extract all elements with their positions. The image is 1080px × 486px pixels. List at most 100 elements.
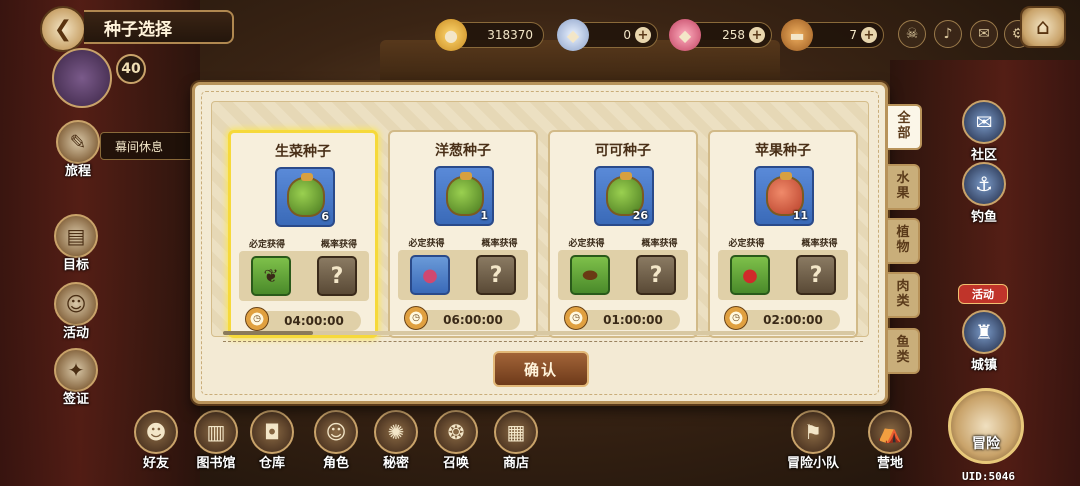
menu-library[interactable]: ▥ 图书馆 bbox=[188, 410, 244, 471]
menu-journey-label: 旅程 bbox=[64, 164, 91, 179]
menu-warehouse-label: 仓库 bbox=[258, 456, 285, 471]
drop-row: ● ? bbox=[718, 250, 848, 300]
currency-crystal: ◆ 258 + bbox=[669, 19, 772, 51]
menu-activity[interactable]: ☺ 活动 bbox=[46, 282, 106, 341]
fishing-icon: ⚓ bbox=[962, 162, 1006, 206]
seed-bag-icon bbox=[446, 172, 484, 216]
community-chat-icon: ✉ bbox=[962, 100, 1006, 144]
drop-labels: 必定获得 概率获得 bbox=[550, 236, 696, 249]
grow-timer: ◷ 02:00:00 bbox=[724, 306, 840, 330]
menu-goal[interactable]: ▤ 目标 bbox=[46, 214, 106, 273]
rest-button[interactable]: 幕间休息 bbox=[100, 132, 196, 160]
grow-timer: ◷ 06:00:00 bbox=[404, 306, 520, 330]
player-level-badge: 40 bbox=[116, 54, 146, 84]
currency-crystal-value: 258 bbox=[722, 28, 745, 42]
seed-card-title: 生菜种子 bbox=[275, 144, 331, 160]
lettuce-icon[interactable]: ❦ bbox=[251, 256, 291, 296]
grow-timer: ◷ 01:00:00 bbox=[564, 306, 680, 330]
add-bread-button[interactable]: + bbox=[861, 27, 877, 43]
confirm-button[interactable]: 确认 bbox=[493, 351, 589, 387]
seed-card-onion[interactable]: 洋葱种子 1 必定获得 概率获得 ● ? ◷ 06:00:00 bbox=[388, 130, 538, 338]
secret-emblem-icon: ✺ bbox=[374, 410, 418, 454]
user-id: UID:5046 bbox=[962, 470, 1015, 483]
menu-shop[interactable]: ▦ 商店 bbox=[488, 410, 544, 471]
menu-camp[interactable]: ⛺ 营地 bbox=[862, 410, 918, 471]
sound-icon[interactable]: ♪ bbox=[934, 20, 962, 48]
seed-quantity: 1 bbox=[480, 209, 488, 222]
drop-row: ❦ ? bbox=[239, 251, 369, 301]
mail-icon[interactable]: ✉ bbox=[970, 20, 998, 48]
cocoa-bean-icon[interactable]: ⬬ bbox=[570, 255, 610, 295]
unknown-drop-icon[interactable]: ? bbox=[476, 255, 516, 295]
adventure-button[interactable]: 冒险 bbox=[948, 388, 1024, 464]
menu-fishing-label: 钓鱼 bbox=[970, 210, 997, 225]
activity-character-icon: ☺ bbox=[54, 282, 98, 326]
chance-label: 概率获得 bbox=[481, 239, 518, 249]
diamond-icon: ◆ bbox=[557, 19, 589, 51]
menu-fishing[interactable]: ⚓ 钓鱼 bbox=[956, 162, 1012, 225]
unknown-drop-icon[interactable]: ? bbox=[796, 255, 836, 295]
drop-labels: 必定获得 概率获得 bbox=[710, 236, 856, 249]
menu-journey[interactable]: ✎ 旅程 bbox=[48, 120, 108, 179]
scroll-icon: ✎ bbox=[56, 120, 100, 164]
tab-plant[interactable]: 植物 bbox=[888, 218, 920, 264]
seed-card-cocoa[interactable]: 可可种子 26 必定获得 概率获得 ⬬ ? ◷ 01:00:00 bbox=[548, 130, 698, 338]
add-diamond-button[interactable]: + bbox=[635, 27, 651, 43]
character-icon: ☺ bbox=[314, 410, 358, 454]
menu-party-label: 冒险小队 bbox=[786, 456, 839, 471]
tab-fruit[interactable]: 水果 bbox=[888, 164, 920, 210]
menu-warehouse[interactable]: ◘ 仓库 bbox=[244, 410, 300, 471]
camp-icon: ⛺ bbox=[868, 410, 912, 454]
unknown-drop-icon[interactable]: ? bbox=[636, 255, 676, 295]
menu-town[interactable]: ♜ 城镇 bbox=[956, 310, 1012, 373]
tab-meat[interactable]: 肉类 bbox=[888, 272, 920, 318]
unknown-drop-icon[interactable]: ? bbox=[317, 256, 357, 296]
menu-secret[interactable]: ✺ 秘密 bbox=[368, 410, 424, 471]
tab-fish[interactable]: 鱼类 bbox=[888, 328, 920, 374]
menu-community-label: 社区 bbox=[970, 148, 997, 163]
activity-badge[interactable]: 活动 bbox=[958, 284, 1008, 304]
currency-gold-value: 318370 bbox=[487, 28, 533, 42]
tab-all[interactable]: 全部 bbox=[888, 104, 922, 150]
menu-community[interactable]: ✉ 社区 bbox=[956, 100, 1012, 163]
home-button[interactable]: ⌂ bbox=[1020, 6, 1066, 48]
guaranteed-label: 必定获得 bbox=[568, 239, 605, 249]
menu-character-label: 角色 bbox=[322, 456, 349, 471]
clock-icon: ◷ bbox=[404, 306, 428, 330]
grow-time: 02:00:00 bbox=[763, 313, 823, 327]
drop-labels: 必定获得 概率获得 bbox=[390, 236, 536, 249]
adventure-label: 冒险 bbox=[972, 436, 1000, 452]
menu-library-label: 图书馆 bbox=[196, 456, 236, 471]
menu-friends[interactable]: ☻ 好友 bbox=[128, 410, 184, 471]
onion-icon[interactable]: ● bbox=[410, 255, 450, 295]
page-title: 种子选择 bbox=[84, 10, 234, 44]
currency-gold: ● 318370 bbox=[435, 19, 544, 51]
menu-party[interactable]: ⚑ 冒险小队 bbox=[778, 410, 848, 471]
apple-icon[interactable]: ● bbox=[730, 255, 770, 295]
home-icon: ⌂ bbox=[1036, 14, 1050, 40]
currency-bread-value: 7 bbox=[849, 28, 857, 42]
goal-board-icon: ▤ bbox=[54, 214, 98, 258]
scrollbar-thumb[interactable] bbox=[223, 331, 313, 335]
seed-card-title: 洋葱种子 bbox=[435, 143, 491, 159]
clock-icon: ◷ bbox=[724, 306, 748, 330]
add-crystal-button[interactable]: + bbox=[749, 27, 765, 43]
horizontal-scrollbar[interactable] bbox=[223, 331, 855, 335]
seed-quantity: 6 bbox=[321, 210, 329, 223]
seed-bag-slot: 11 bbox=[754, 166, 814, 226]
back-button[interactable]: ❮ bbox=[40, 6, 86, 52]
grow-time: 06:00:00 bbox=[443, 313, 503, 327]
menu-character[interactable]: ☺ 角色 bbox=[308, 410, 364, 471]
menu-summon[interactable]: ❂ 召唤 bbox=[428, 410, 484, 471]
seed-quantity: 26 bbox=[632, 209, 648, 222]
seed-card-lettuce[interactable]: 生菜种子 6 必定获得 概率获得 ❦ ? ◷ 04:00:00 bbox=[228, 130, 378, 338]
menu-activity-label: 活动 bbox=[62, 326, 89, 341]
seed-card-apple[interactable]: 苹果种子 11 必定获得 概率获得 ● ? ◷ 02:00:00 bbox=[708, 130, 858, 338]
gold-coin-icon: ● bbox=[435, 19, 467, 51]
avatar[interactable] bbox=[52, 48, 112, 108]
friends-icon: ☻ bbox=[134, 410, 178, 454]
visa-stamp-icon: ✦ bbox=[54, 348, 98, 392]
skull-icon[interactable]: ☠ bbox=[898, 20, 926, 48]
clock-icon: ◷ bbox=[564, 306, 588, 330]
menu-visa[interactable]: ✦ 签证 bbox=[46, 348, 106, 407]
